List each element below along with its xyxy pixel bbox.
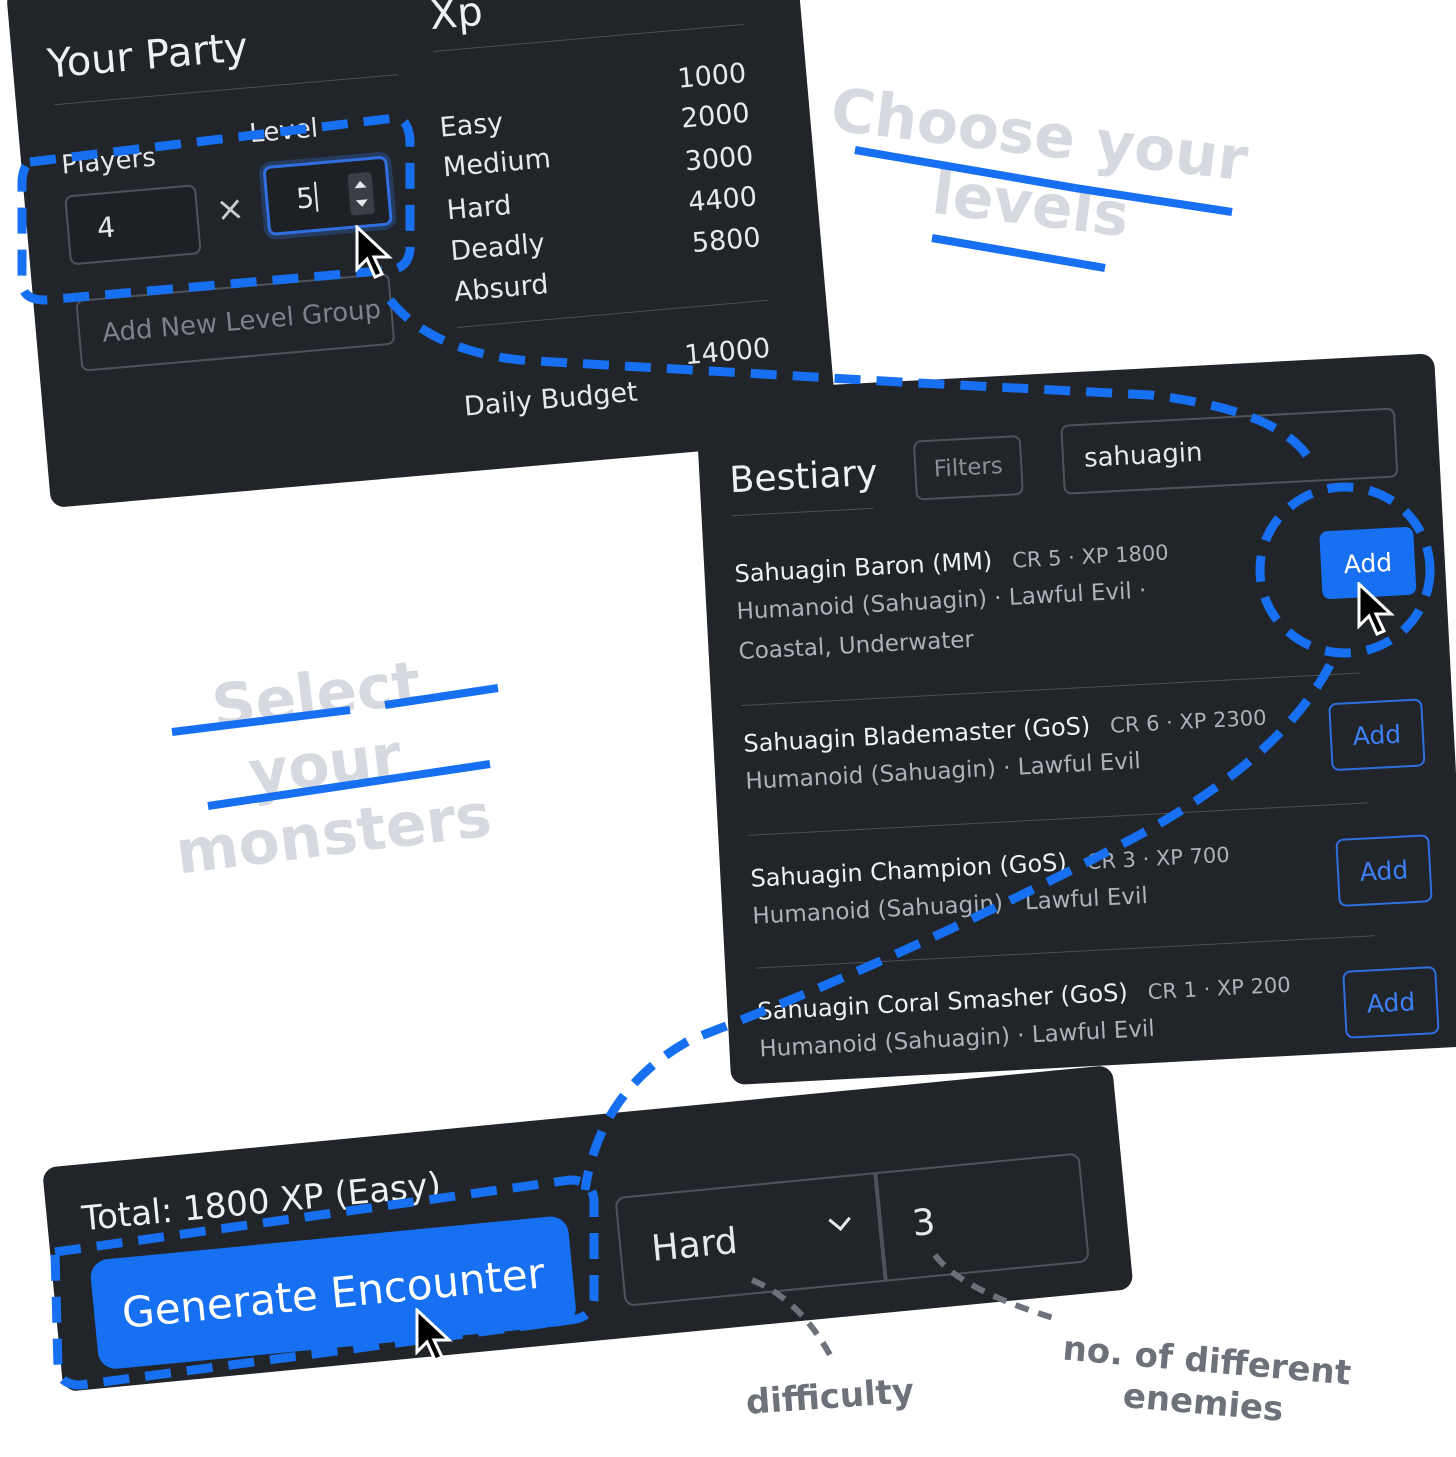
choose-levels-callout: Choose your levels bbox=[826, 74, 1252, 252]
xp-row-label: Hard bbox=[445, 189, 513, 227]
xp-row-value: 3000 bbox=[683, 140, 755, 178]
party-title: Your Party bbox=[45, 24, 250, 88]
list-divider bbox=[748, 802, 1368, 836]
level-stepper[interactable] bbox=[347, 171, 375, 216]
players-input[interactable]: 4 bbox=[64, 184, 202, 266]
xp-row-value: 5800 bbox=[690, 222, 762, 260]
list-item: Sahuagin Blademaster (GoS) CR 6 · XP 2300… bbox=[743, 695, 1406, 801]
mouse-pointer-icon bbox=[355, 225, 393, 279]
xp-budget-divider bbox=[457, 299, 768, 328]
level-input-value: 5 bbox=[294, 180, 316, 215]
bestiary-search-input[interactable]: sahuagin bbox=[1060, 407, 1399, 495]
bestiary-title-divider bbox=[731, 507, 874, 517]
mouse-pointer-icon bbox=[415, 1308, 453, 1362]
monster-cr-xp: CR 5 · XP 1800 bbox=[1011, 540, 1170, 573]
xp-row-label: Easy bbox=[438, 107, 505, 144]
level-input[interactable]: 5 bbox=[262, 155, 393, 237]
list-divider bbox=[741, 672, 1361, 706]
xp-row-label: Medium bbox=[441, 143, 553, 184]
add-level-group-button[interactable]: Add New Level Group bbox=[75, 272, 396, 372]
monster-cr-xp: CR 3 · XP 700 bbox=[1086, 842, 1231, 875]
players-label: Players bbox=[60, 142, 157, 181]
encounter-panel: Total: 1800 XP (Easy) Generate Encounter… bbox=[42, 1064, 1134, 1392]
add-monster-button[interactable]: Add bbox=[1335, 834, 1433, 908]
xp-row-label: Deadly bbox=[449, 228, 547, 268]
list-item: Sahuagin Champion (GoS) CR 3 · XP 700 Hum… bbox=[750, 830, 1413, 936]
difficulty-value: Hard bbox=[649, 1220, 740, 1270]
xp-row-value: 4400 bbox=[687, 181, 759, 219]
add-monster-button[interactable]: Add bbox=[1342, 966, 1440, 1039]
add-monster-button[interactable]: Add bbox=[1328, 698, 1426, 772]
list-divider bbox=[755, 935, 1375, 969]
xp-row-value: 1000 bbox=[676, 57, 748, 95]
filters-button[interactable]: Filters bbox=[912, 435, 1024, 501]
daily-budget-label: Daily Budget bbox=[462, 376, 639, 423]
select-monsters-callout: Select your monsters bbox=[172, 648, 496, 889]
players-input-value: 4 bbox=[95, 209, 117, 245]
level-label: Level bbox=[248, 113, 320, 150]
daily-budget-value: 14000 bbox=[683, 332, 772, 372]
enemy-count-input[interactable]: 3 bbox=[875, 1152, 1090, 1282]
multiply-sign: × bbox=[214, 188, 247, 231]
stepper-up-icon[interactable] bbox=[354, 180, 367, 189]
encounter-total: Total: 1800 XP (Easy) bbox=[80, 1164, 443, 1240]
stepper-down-icon[interactable] bbox=[355, 199, 369, 208]
difficulty-select[interactable]: Hard bbox=[614, 1172, 886, 1307]
chevron-down-icon bbox=[828, 1208, 851, 1232]
monster-cr-xp: CR 6 · XP 2300 bbox=[1109, 705, 1268, 738]
difficulty-note: difficulty bbox=[744, 1371, 916, 1423]
bestiary-title: Bestiary bbox=[728, 452, 879, 502]
bestiary-panel: Bestiary Filters sahuagin Sahuagin Baron… bbox=[695, 353, 1456, 1086]
enemy-count-value: 3 bbox=[910, 1201, 938, 1245]
list-item: Sahuagin Baron (MM) CR 5 · XP 1800 Humano… bbox=[734, 526, 1399, 672]
enemies-count-note: no. of different enemies bbox=[1061, 1328, 1353, 1430]
search-value: sahuagin bbox=[1083, 437, 1204, 474]
xp-row-label: Absurd bbox=[452, 268, 550, 309]
monster-cr-xp: CR 1 · XP 200 bbox=[1147, 972, 1292, 1005]
xp-row-value: 2000 bbox=[679, 97, 751, 135]
generate-encounter-button[interactable]: Generate Encounter bbox=[89, 1214, 578, 1371]
xp-title: Xp bbox=[427, 0, 485, 40]
mouse-pointer-icon bbox=[1357, 582, 1395, 636]
list-item: Sahuagin Coral Smasher (GoS) CR 1 · XP 20… bbox=[757, 963, 1420, 1069]
